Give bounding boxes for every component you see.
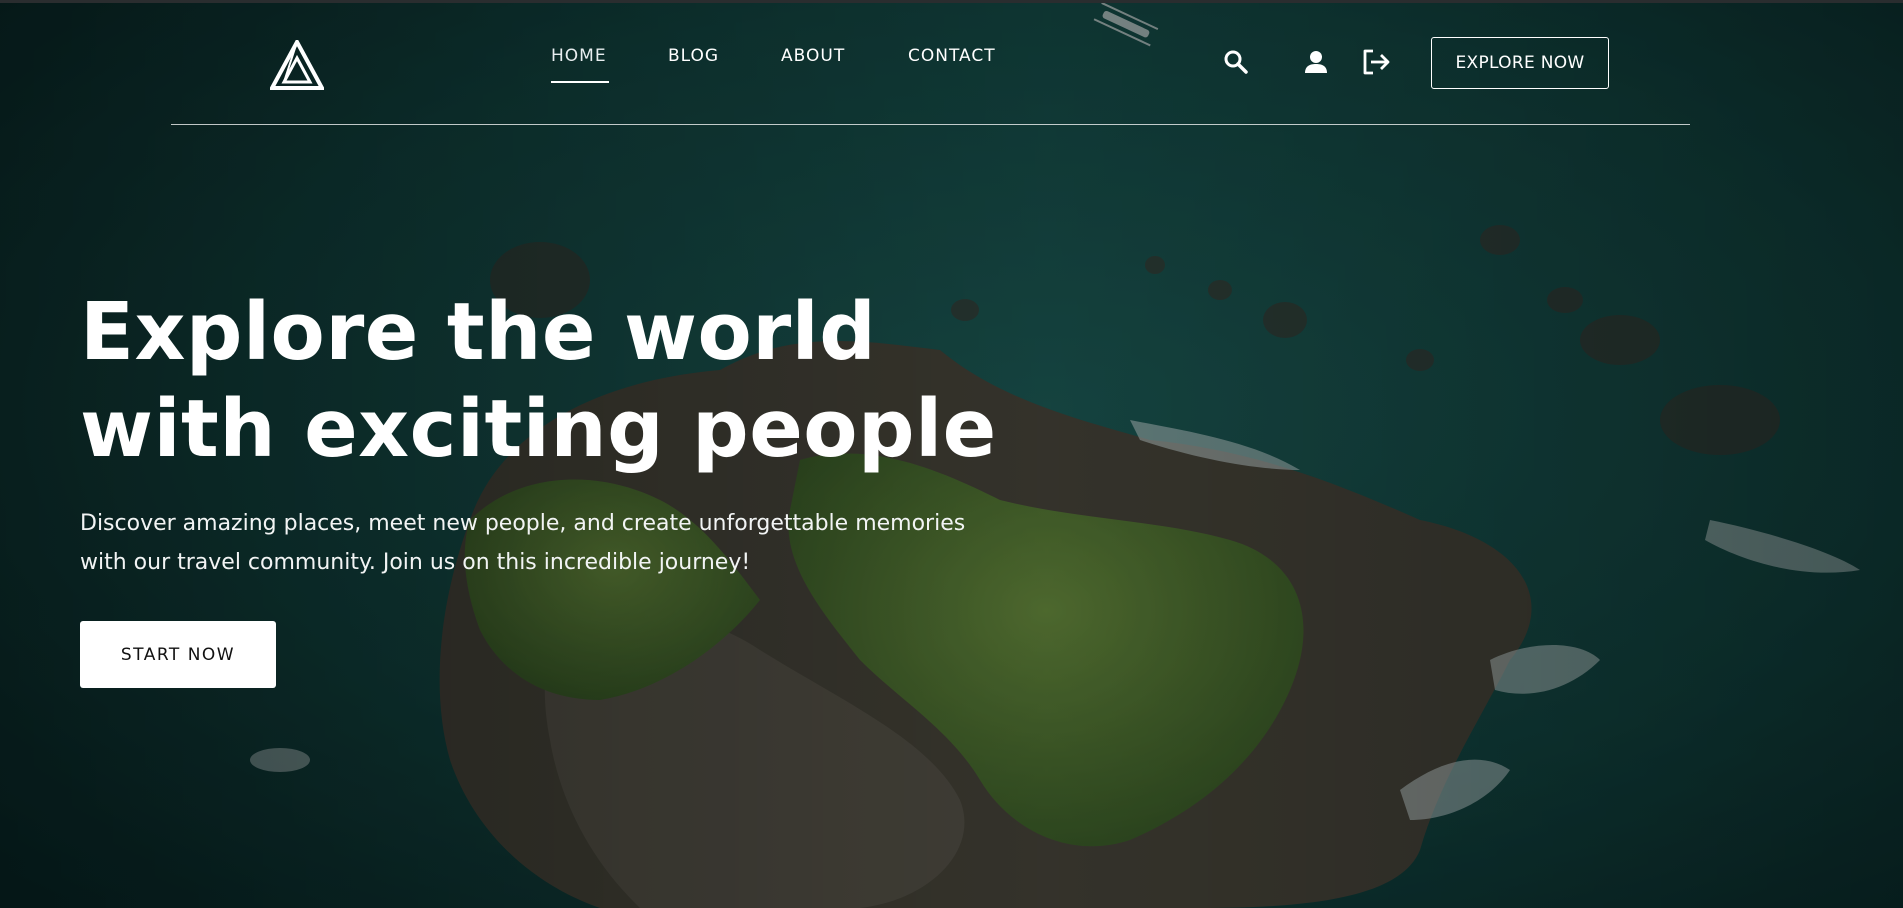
nav-item-contact[interactable]: CONTACT (908, 46, 996, 66)
subtext-line-2: with our travel community. Join us on th… (80, 550, 751, 575)
search-icon (1224, 50, 1248, 74)
brand-logo-icon[interactable] (270, 40, 324, 90)
logout-icon (1363, 49, 1390, 75)
user-button[interactable] (1300, 46, 1332, 78)
nav-item-about[interactable]: ABOUT (781, 46, 845, 66)
header-divider (171, 124, 1690, 125)
user-icon (1305, 51, 1327, 73)
subtext-line-1: Discover amazing places, meet new people… (80, 511, 966, 536)
hero-section: HOME BLOG ABOUT CONTACT EXPLORE NOW Expl… (0, 0, 1903, 908)
explore-now-button[interactable]: EXPLORE NOW (1431, 37, 1609, 89)
logout-button[interactable] (1360, 46, 1392, 78)
search-button[interactable] (1220, 46, 1252, 78)
hero-subtext: Discover amazing places, meet new people… (80, 504, 1080, 582)
start-now-button[interactable]: START NOW (80, 621, 276, 688)
nav-item-home[interactable]: HOME (551, 46, 607, 66)
nav-active-indicator (551, 81, 609, 83)
nav-item-blog[interactable]: BLOG (668, 46, 719, 66)
window-top-border (0, 0, 1903, 3)
headline-line-2: with exciting people (80, 383, 997, 475)
hero-headline: Explore the world with exciting people (80, 284, 997, 478)
headline-line-1: Explore the world (80, 286, 877, 378)
